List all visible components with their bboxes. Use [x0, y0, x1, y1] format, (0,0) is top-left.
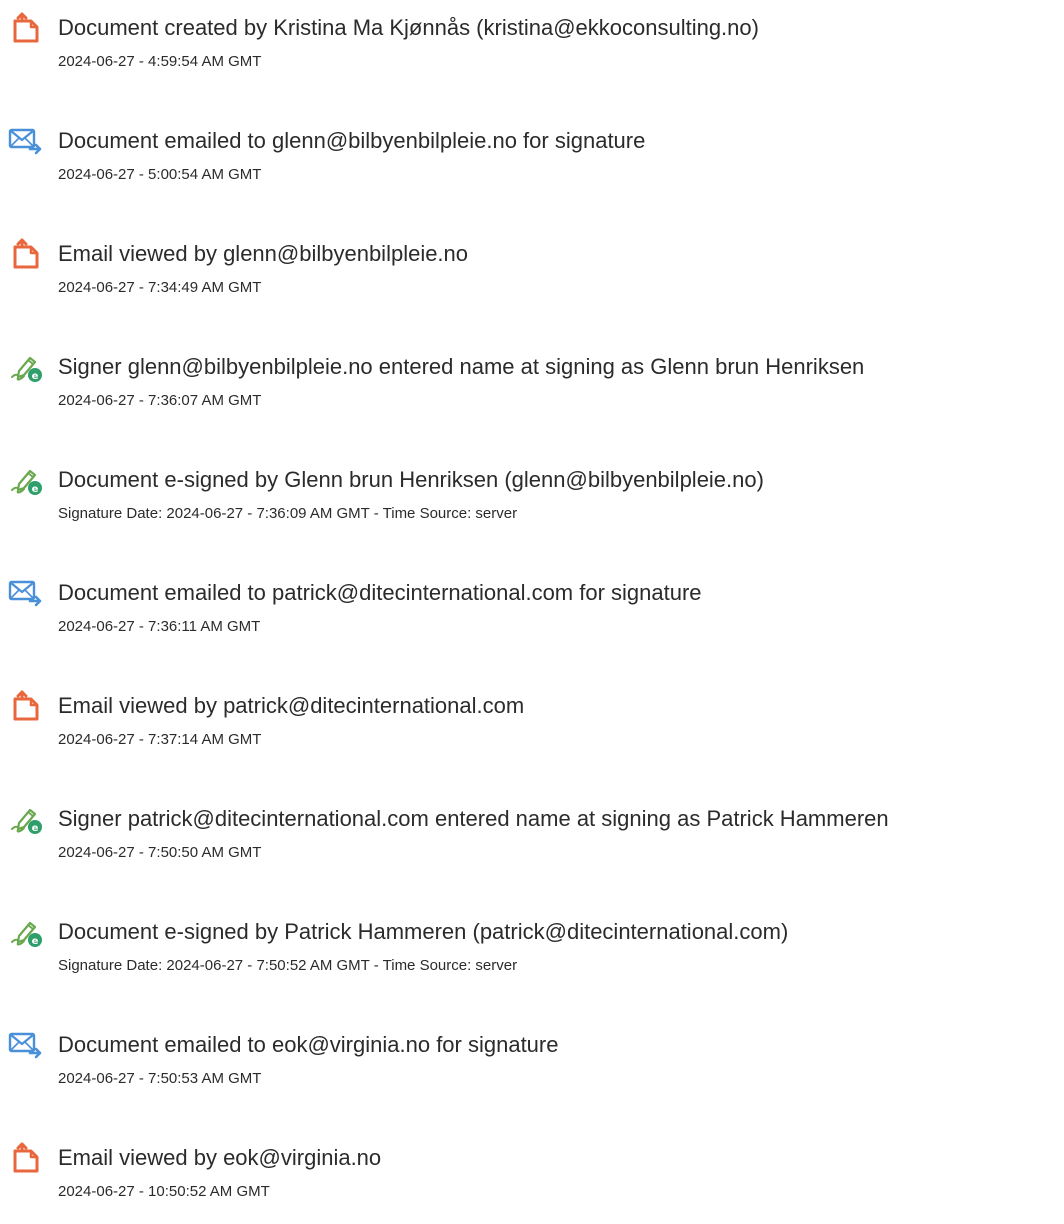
- event-timestamp: 2024-06-27 - 7:34:49 AM GMT: [58, 279, 262, 296]
- e-sign-icon: e: [8, 916, 44, 948]
- e-sign-icon: e: [8, 351, 44, 383]
- event-title: Email viewed by patrick@ditecinternation…: [58, 693, 525, 718]
- svg-text:e: e: [32, 936, 39, 947]
- svg-text:e: e: [32, 371, 39, 382]
- event-title: Document created by Kristina Ma Kjønnås …: [58, 15, 759, 40]
- audit-event: Email viewed by glenn@bilbyenbilpleie.no…: [0, 238, 1064, 318]
- event-title: Email viewed by glenn@bilbyenbilpleie.no: [58, 241, 469, 266]
- audit-event: Email viewed by eok@virginia.no 2024-06-…: [0, 1142, 1064, 1222]
- event-timestamp: 2024-06-27 - 10:50:52 AM GMT: [58, 1183, 270, 1200]
- audit-event: e Document e-signed by Patrick Hammeren …: [0, 916, 1064, 996]
- event-title: Document emailed to glenn@bilbyenbilplei…: [58, 128, 646, 153]
- audit-event: Document emailed to eok@virginia.no for …: [0, 1029, 1064, 1109]
- event-timestamp: 2024-06-27 - 7:36:07 AM GMT: [58, 392, 262, 409]
- audit-event: e Document e-signed by Glenn brun Henrik…: [0, 464, 1064, 544]
- email-sent-icon: [8, 125, 44, 157]
- audit-event: Document created by Kristina Ma Kjønnås …: [0, 12, 1064, 92]
- audit-event: e Signer glenn@bilbyenbilpleie.no entere…: [0, 351, 1064, 431]
- e-sign-icon: e: [8, 803, 44, 835]
- svg-text:e: e: [32, 823, 39, 834]
- svg-text:e: e: [32, 484, 39, 495]
- email-sent-icon: [8, 1029, 44, 1061]
- email-sent-icon: [8, 577, 44, 609]
- audit-event: Email viewed by patrick@ditecinternation…: [0, 690, 1064, 770]
- document-viewed-icon: [8, 690, 44, 722]
- event-title: Document emailed to eok@virginia.no for …: [58, 1032, 559, 1057]
- event-timestamp: 2024-06-27 - 7:37:14 AM GMT: [58, 731, 262, 748]
- event-timestamp: 2024-06-27 - 7:50:53 AM GMT: [58, 1070, 262, 1087]
- event-timestamp: 2024-06-27 - 7:36:11 AM GMT: [58, 618, 261, 635]
- event-title: Signer glenn@bilbyenbilpleie.no entered …: [58, 354, 865, 379]
- document-viewed-icon: [8, 238, 44, 270]
- event-title: Document e-signed by Glenn brun Henrikse…: [58, 467, 764, 492]
- event-timestamp: 2024-06-27 - 7:50:50 AM GMT: [58, 844, 262, 861]
- audit-event: Document emailed to glenn@bilbyenbilplei…: [0, 125, 1064, 205]
- audit-event: Document emailed to patrick@ditecinterna…: [0, 577, 1064, 657]
- event-title: Signer patrick@ditecinternational.com en…: [58, 806, 889, 831]
- event-timestamp: 2024-06-27 - 5:00:54 AM GMT: [58, 166, 262, 183]
- event-title: Email viewed by eok@virginia.no: [58, 1145, 382, 1170]
- document-viewed-icon: [8, 1142, 44, 1174]
- event-title: Document e-signed by Patrick Hammeren (p…: [58, 919, 789, 944]
- e-sign-icon: e: [8, 464, 44, 496]
- event-timestamp: 2024-06-27 - 4:59:54 AM GMT: [58, 53, 262, 70]
- event-timestamp: Signature Date: 2024-06-27 - 7:36:09 AM …: [58, 505, 518, 522]
- document-created-icon: [8, 12, 44, 44]
- event-title: Document emailed to patrick@ditecinterna…: [58, 580, 702, 605]
- event-timestamp: Signature Date: 2024-06-27 - 7:50:52 AM …: [58, 957, 518, 974]
- audit-event: e Signer patrick@ditecinternational.com …: [0, 803, 1064, 883]
